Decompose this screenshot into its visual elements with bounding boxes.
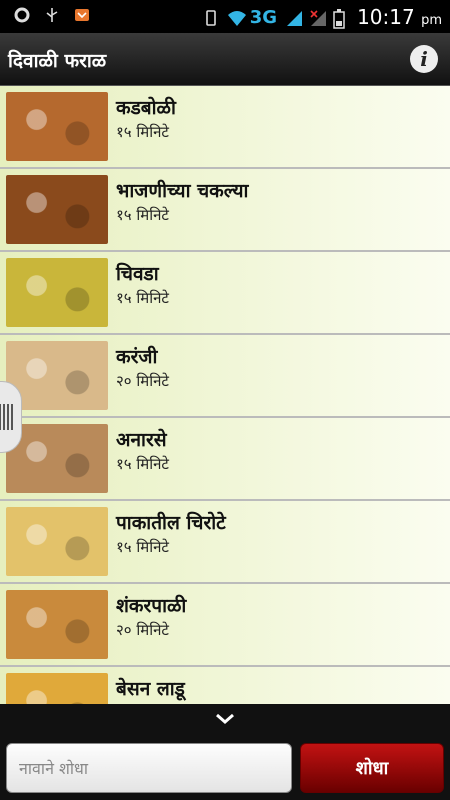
recipe-thumbnail [6, 92, 108, 161]
recipe-name: अनारसे [116, 429, 167, 451]
app-bar: दिवाळी फराळ i [0, 33, 450, 86]
list-item[interactable]: अनारसे १५ मिनिटे [0, 418, 450, 501]
list-item[interactable]: पाकातील चिरोटे १५ मिनिटे [0, 501, 450, 584]
list-item[interactable]: बेसन लाडू१५ मिनिटे [0, 667, 450, 704]
list-item[interactable]: भाजणीच्या चकल्या १५ मिनिटे [0, 169, 450, 252]
list-item[interactable]: चिवडा १५ मिनिटे [0, 252, 450, 335]
list-item[interactable]: शंकरपाळी २० मिनिटे [0, 584, 450, 667]
recipe-name: बेसन लाडू [116, 678, 185, 700]
recipe-list: कडबोळी १५ मिनिटे भाजणीच्या चकल्या १५ मिनिटे… [0, 86, 450, 704]
wifi-icon [226, 9, 246, 26]
list-item[interactable]: करंजी २० मिनिटे [0, 335, 450, 418]
recipe-time: २० मिनिटे [116, 372, 169, 390]
search-input[interactable] [6, 743, 292, 793]
signal-icon [285, 9, 303, 26]
chevron-down-icon [216, 713, 234, 724]
no-signal-icon [309, 9, 327, 26]
recipe-thumbnail [6, 673, 108, 704]
status-bar: 3G 10:17 pm [0, 0, 450, 33]
battery-icon [333, 9, 349, 29]
usb-icon [44, 7, 60, 23]
app-notification-icon [74, 7, 90, 23]
vibrate-icon [202, 9, 218, 26]
recipe-name: कडबोळी [116, 97, 176, 119]
recipe-name: शंकरपाळी [116, 595, 187, 617]
recipe-thumbnail [6, 175, 108, 244]
recipe-time: १५ मिनिटे [116, 455, 169, 473]
recipe-thumbnail [6, 590, 108, 659]
recipe-name: भाजणीच्या चकल्या [116, 180, 249, 202]
sync-icon [14, 7, 30, 23]
recipe-name: पाकातील चिरोटे [116, 512, 226, 534]
recipe-time: २० मिनिटे [116, 621, 169, 639]
info-icon[interactable]: i [410, 45, 438, 73]
recipe-time: १५ मिनिटे [116, 289, 169, 307]
search-bar: शोधा [0, 736, 450, 800]
app-title: दिवाळी फराळ [8, 50, 107, 72]
list-item[interactable]: कडबोळी १५ मिनिटे [0, 86, 450, 169]
collapse-bar[interactable] [0, 704, 450, 736]
recipe-thumbnail [6, 507, 108, 576]
recipe-name: चिवडा [116, 263, 159, 285]
drawer-handle[interactable] [0, 381, 22, 453]
recipe-name: करंजी [116, 346, 158, 368]
search-button[interactable]: शोधा [300, 743, 444, 793]
recipe-thumbnail [6, 258, 108, 327]
recipe-time: १५ मिनिटे [116, 123, 169, 141]
recipe-time: १५ मिनिटे [116, 538, 169, 556]
clock: 10:17 pm [357, 5, 442, 29]
network-type: 3G [249, 6, 278, 28]
recipe-time: १५ मिनिटे [116, 206, 169, 224]
